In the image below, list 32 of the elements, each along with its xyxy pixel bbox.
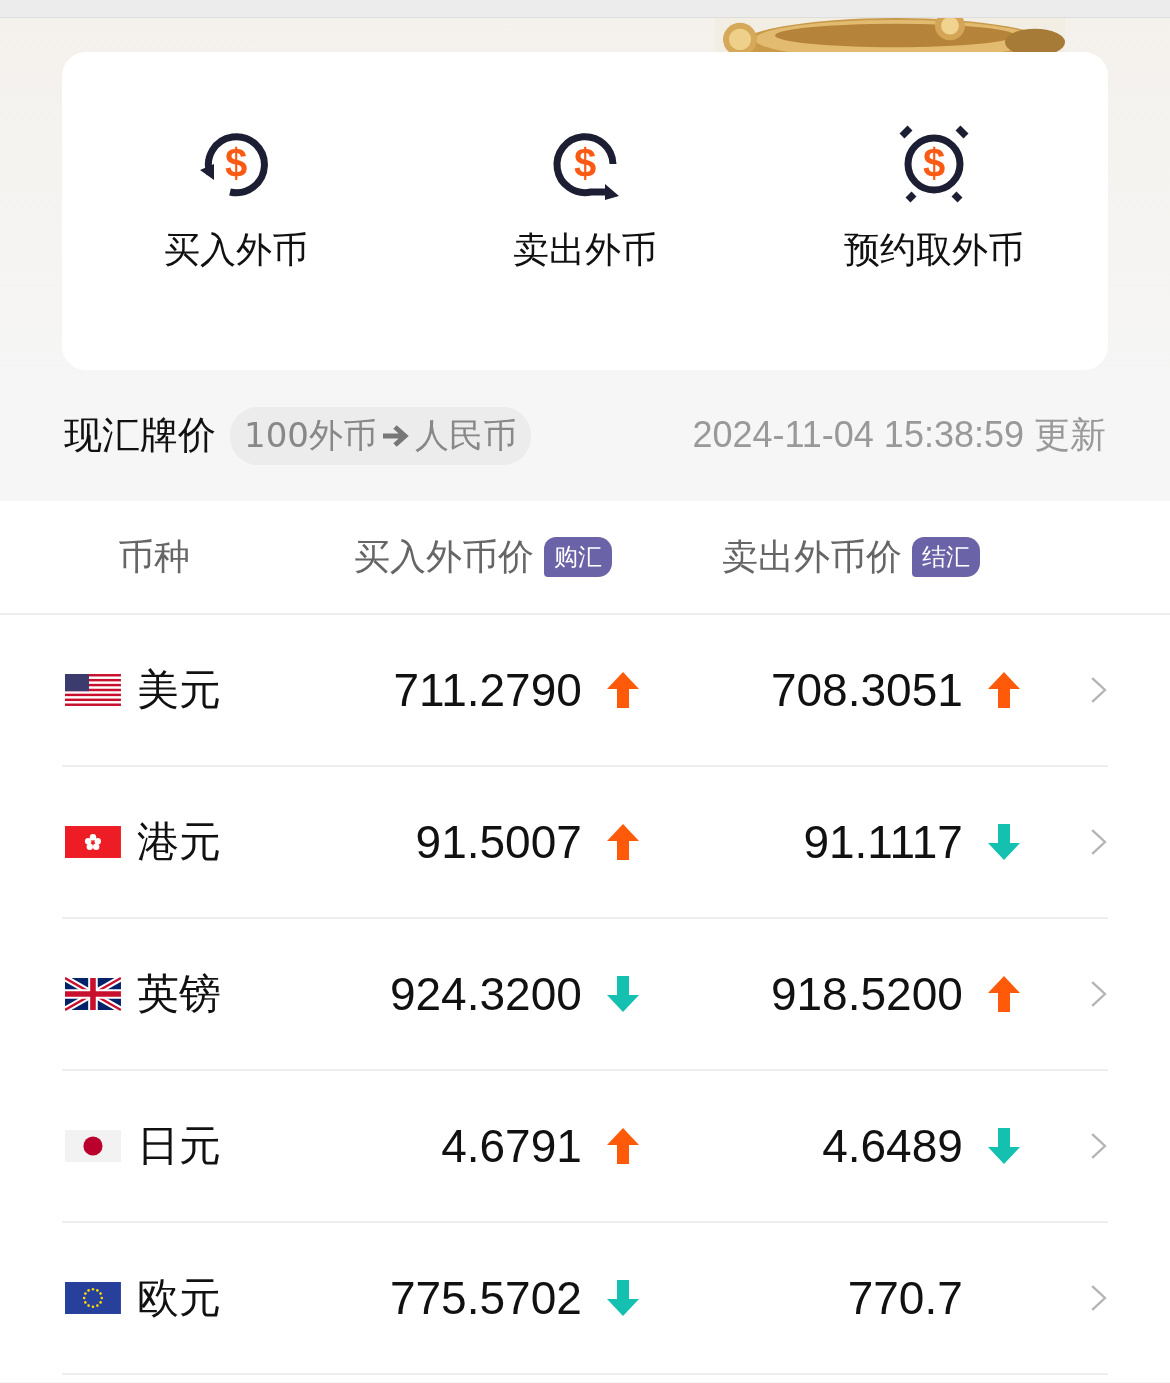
column-header: 买入外币价 (354, 534, 534, 579)
sell-price: 4.6489 (821, 1119, 963, 1173)
currency-row[interactable]: 英镑 924.3200 918.5200 (62, 919, 1108, 1071)
currency-row[interactable]: 日元 4.6791 4.6489 (62, 1071, 1108, 1223)
currency-name: 日元 (136, 1120, 222, 1172)
sell-price: 918.5200 (769, 967, 963, 1021)
sell-price: 91.1117 (802, 815, 963, 869)
buy-price: 91.5007 (414, 815, 582, 869)
currency-name: 美元 (136, 664, 222, 716)
buy-price: 775.5702 (388, 1271, 582, 1325)
currency-name: 英镑 (136, 968, 222, 1020)
sell-price: 708.3051 (769, 663, 963, 717)
section-title: 现汇牌价 (64, 412, 216, 459)
currency-name: 欧元 (136, 1272, 222, 1324)
currency-row[interactable]: 美元 711.2790 708.3051 (62, 615, 1108, 767)
tag-label: 结汇 (912, 537, 980, 577)
sell-price: 770.7 (846, 1271, 963, 1325)
currency-row[interactable]: 港元 91.5007 91.1117 (62, 767, 1108, 919)
arrow-icon (380, 423, 411, 448)
tag-label: 购汇 (544, 537, 612, 577)
column-header: 币种 (118, 534, 190, 579)
unit-chip: 100外币 人民币 (230, 406, 531, 465)
update-time: 2024-11-04 15:38:59 更新 (692, 413, 1106, 457)
action-button[interactable]: $ 预约取外币 (759, 52, 1108, 370)
action-button[interactable]: $ 买入外币 (62, 52, 411, 370)
column-header: 卖出外币价 (722, 534, 902, 579)
buy-price: 924.3200 (388, 967, 582, 1021)
currency-name: 港元 (136, 816, 222, 868)
buy-price: 4.6791 (440, 1119, 582, 1173)
currency-row[interactable]: 欧元 775.5702 770.7 (62, 1223, 1108, 1375)
action-button[interactable]: $ 卖出外币 (410, 52, 760, 370)
buy-price: 711.2790 (392, 663, 582, 717)
